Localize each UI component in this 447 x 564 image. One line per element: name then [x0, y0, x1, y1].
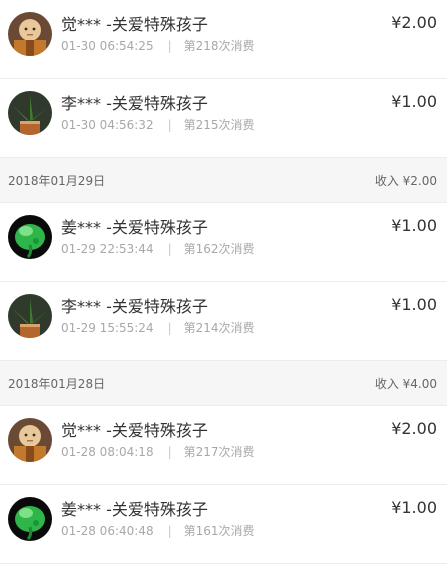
- meta-separator: |: [167, 524, 172, 538]
- daily-income: 收入 ¥4.00: [374, 376, 437, 391]
- transaction-meta: 01-29 15:55:24 | 第214次消费: [61, 319, 255, 336]
- transaction-amount: ¥1.00: [391, 216, 437, 235]
- transaction-meta: 01-30 04:56:32 | 第215次消费: [61, 116, 255, 133]
- monk-avatar-icon: [8, 418, 52, 462]
- transaction-row[interactable]: 觉*** -关爱特殊孩子 01-30 06:54:25 | 第218次消费 ¥2.00: [0, 0, 447, 79]
- transaction-list: 觉*** -关爱特殊孩子 01-30 06:54:25 | 第218次消费 ¥2.00 李…: [0, 0, 447, 564]
- transaction-title: 觉*** -关爱特殊孩子: [61, 15, 208, 34]
- transaction-amount: ¥1.00: [391, 295, 437, 314]
- transaction-title: 李*** -关爱特殊孩子: [61, 94, 208, 113]
- transaction-time: 01-30 06:54:25: [61, 39, 154, 53]
- transaction-time: 01-29 22:53:44: [61, 242, 154, 256]
- transaction-amount: ¥1.00: [391, 498, 437, 517]
- meta-separator: |: [167, 39, 172, 53]
- transaction-meta: 01-29 22:53:44 | 第162次消费: [61, 240, 255, 257]
- consumption-count: 第215次消费: [183, 118, 255, 132]
- transaction-title: 李*** -关爱特殊孩子: [61, 297, 208, 316]
- date-label: 2018年01月29日: [8, 173, 106, 188]
- date-header: 2018年01月29日 收入 ¥2.00: [0, 158, 447, 203]
- transaction-amount: ¥2.00: [391, 13, 437, 32]
- meta-separator: |: [167, 118, 172, 132]
- transaction-row[interactable]: 姜*** -关爱特殊孩子 01-29 22:53:44 | 第162次消费 ¥1.00: [0, 203, 447, 282]
- date-label: 2018年01月28日: [8, 376, 106, 391]
- green-leaf-avatar-icon: [8, 497, 52, 541]
- transaction-title: 姜*** -关爱特殊孩子: [61, 500, 208, 519]
- transaction-meta: 01-28 08:04:18 | 第217次消费: [61, 443, 255, 460]
- transaction-time: 01-30 04:56:32: [61, 118, 154, 132]
- transaction-time: 01-28 06:40:48: [61, 524, 154, 538]
- daily-income: 收入 ¥2.00: [374, 173, 437, 188]
- consumption-count: 第161次消费: [183, 524, 255, 538]
- transaction-meta: 01-28 06:40:48 | 第161次消费: [61, 522, 255, 539]
- transaction-meta: 01-30 06:54:25 | 第218次消费: [61, 37, 255, 54]
- transaction-title: 姜*** -关爱特殊孩子: [61, 218, 208, 237]
- consumption-count: 第218次消费: [183, 39, 255, 53]
- plant-avatar-icon: [8, 91, 52, 135]
- transaction-amount: ¥2.00: [391, 419, 437, 438]
- transaction-amount: ¥1.00: [391, 92, 437, 111]
- meta-separator: |: [167, 321, 172, 335]
- consumption-count: 第217次消费: [183, 445, 255, 459]
- meta-separator: |: [167, 242, 172, 256]
- green-leaf-avatar-icon: [8, 215, 52, 259]
- transaction-row[interactable]: 李*** -关爱特殊孩子 01-30 04:56:32 | 第215次消费 ¥1.00: [0, 79, 447, 158]
- meta-separator: |: [167, 445, 172, 459]
- consumption-count: 第162次消费: [183, 242, 255, 256]
- date-header: 2018年01月28日 收入 ¥4.00: [0, 361, 447, 406]
- plant-avatar-icon: [8, 294, 52, 338]
- transaction-row[interactable]: 李*** -关爱特殊孩子 01-29 15:55:24 | 第214次消费 ¥1.00: [0, 282, 447, 361]
- transaction-title: 觉*** -关爱特殊孩子: [61, 421, 208, 440]
- transaction-time: 01-28 08:04:18: [61, 445, 154, 459]
- consumption-count: 第214次消费: [183, 321, 255, 335]
- transaction-row[interactable]: 姜*** -关爱特殊孩子 01-28 06:40:48 | 第161次消费 ¥1.00: [0, 485, 447, 564]
- transaction-time: 01-29 15:55:24: [61, 321, 154, 335]
- transaction-row[interactable]: 觉*** -关爱特殊孩子 01-28 08:04:18 | 第217次消费 ¥2.00: [0, 406, 447, 485]
- monk-avatar-icon: [8, 12, 52, 56]
